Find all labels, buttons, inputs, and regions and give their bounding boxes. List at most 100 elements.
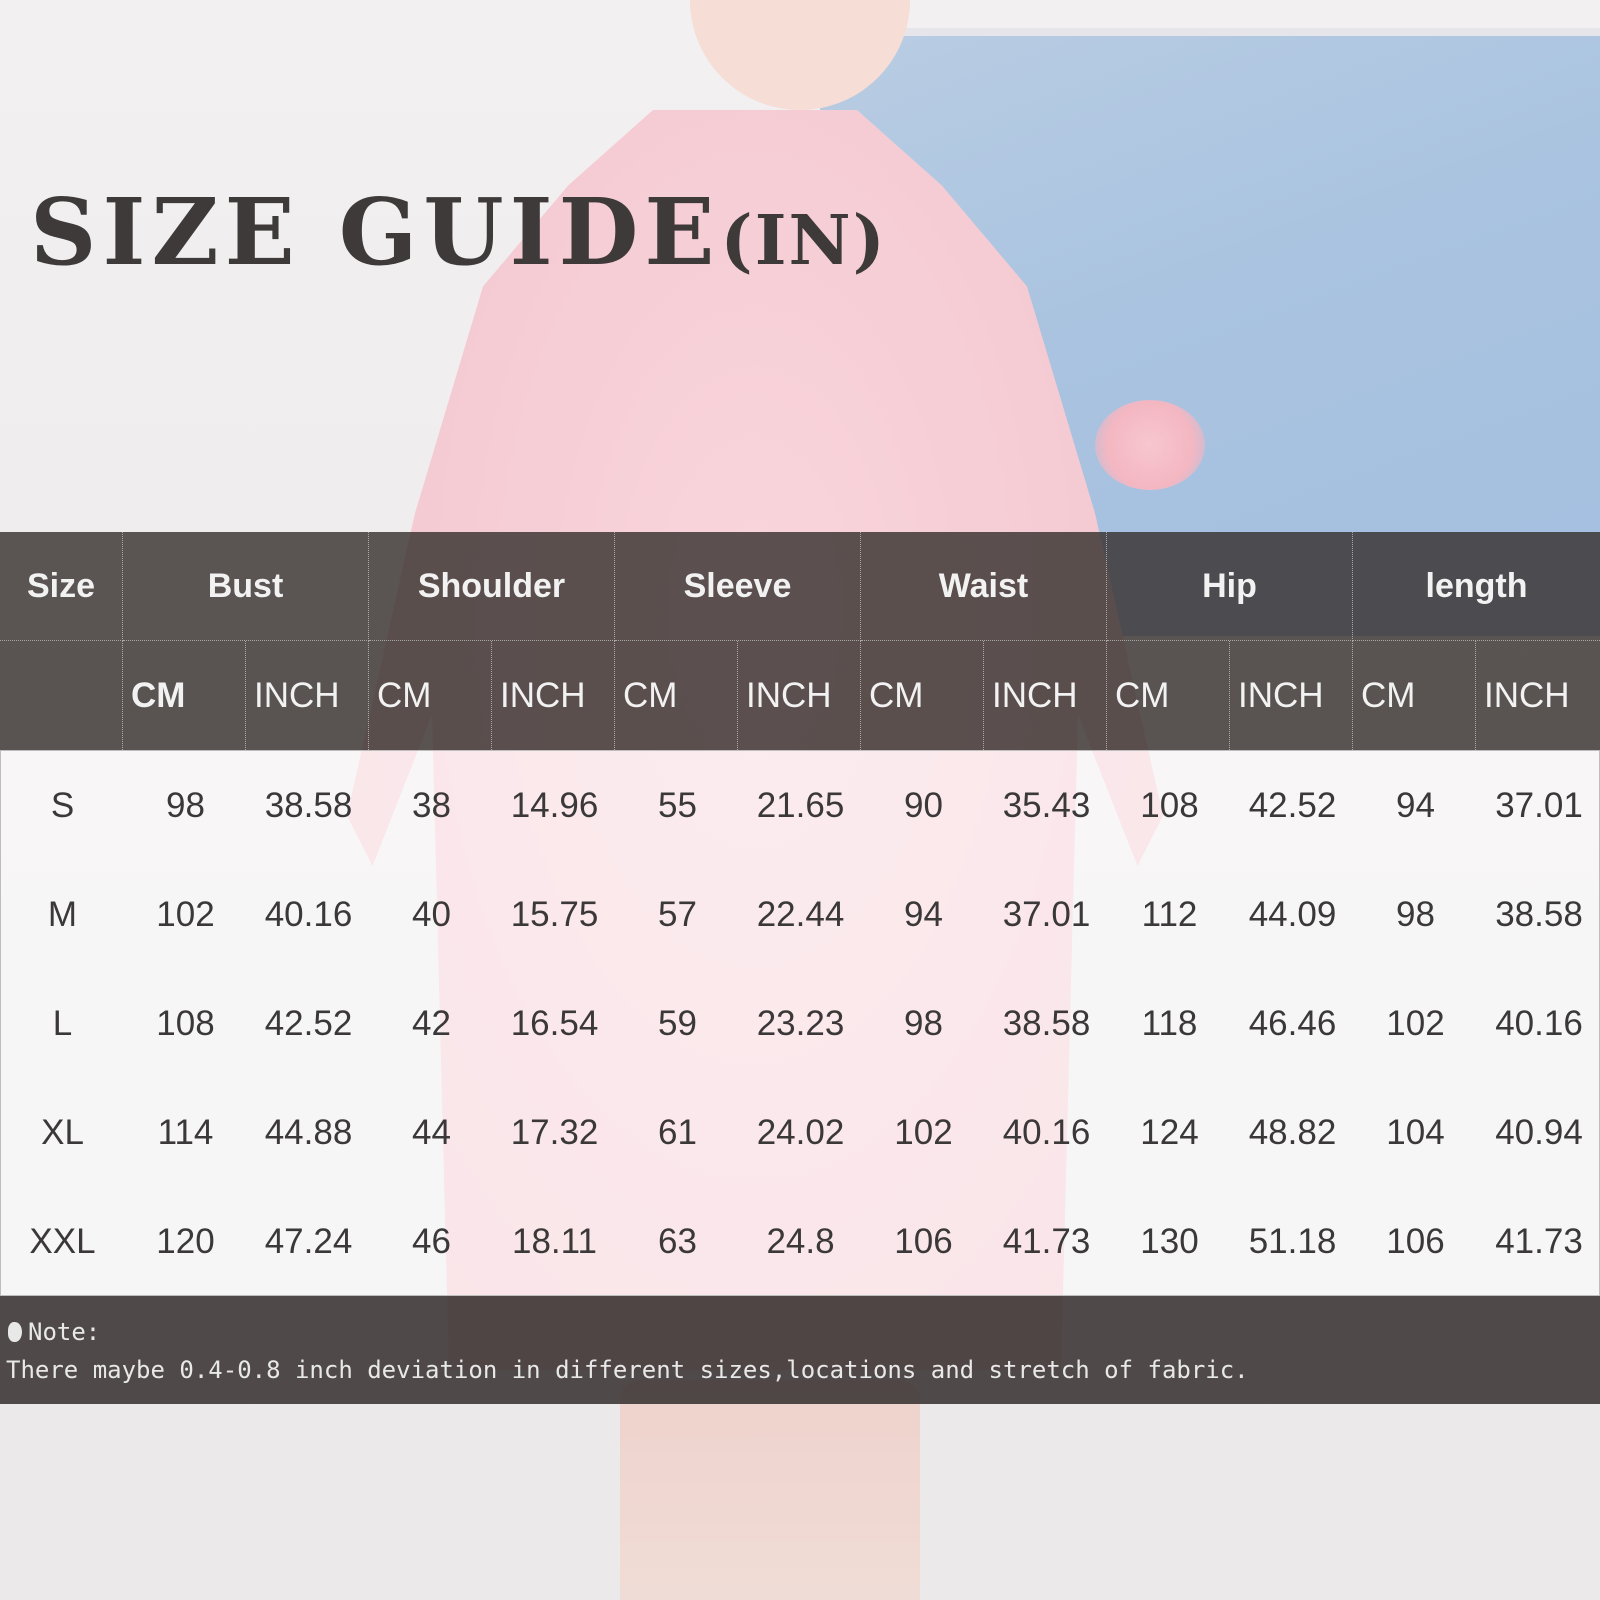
measurement-cell: 59 <box>658 1003 697 1043</box>
measurement-cell: 46.46 <box>1248 1003 1337 1043</box>
unit-header-cm: CM <box>369 641 492 750</box>
group-header-shoulder: Shoulder <box>369 532 615 641</box>
heart-icon <box>8 1322 22 1342</box>
measurement-cell: 55 <box>658 785 697 825</box>
unit-header-inch: INCH <box>492 641 615 750</box>
measurement-cell: 98 <box>904 1003 943 1043</box>
measurement-cell: 44 <box>412 1112 451 1152</box>
note-text: There maybe 0.4-0.8 inch deviation in di… <box>6 1356 1249 1384</box>
table-row: XL 114 44.88 44 17.32 61 24.02 102 40.16 124 48.82… <box>1 1078 1600 1187</box>
size-label-cell: S <box>50 785 75 825</box>
measurement-cell: 94 <box>1396 785 1435 825</box>
measurement-cell: 102 <box>1386 1003 1445 1043</box>
measurement-cell: 16.54 <box>510 1003 599 1043</box>
measurement-cell: 23.23 <box>756 1003 845 1043</box>
table-row: M 102 40.16 40 15.75 57 22.44 94 37.01 112 44.09 98… <box>1 860 1600 969</box>
measurement-cell: 90 <box>904 785 943 825</box>
unit-header-row: CM INCH CM INCH CM INCH CM INCH CM INCH CM INCH <box>0 641 1600 750</box>
note-panel: Note: There maybe 0.4-0.8 inch deviation… <box>0 1296 1600 1404</box>
measurement-cell: 17.32 <box>510 1112 599 1152</box>
measurement-cell: 102 <box>156 894 215 934</box>
measurement-cell: 94 <box>904 894 943 934</box>
measurement-cell: 47.24 <box>264 1221 353 1261</box>
group-header-waist: Waist <box>861 532 1107 641</box>
measurement-cell: 61 <box>658 1112 697 1152</box>
measurement-cell: 106 <box>1386 1221 1445 1261</box>
measurement-cell: 21.65 <box>756 785 845 825</box>
measurement-cell: 37.01 <box>1495 785 1583 825</box>
measurement-cell: 57 <box>658 894 697 934</box>
measurement-cell: 42.52 <box>264 1003 353 1043</box>
measurement-cell: 42 <box>412 1003 451 1043</box>
measurement-cell: 40.16 <box>264 894 353 934</box>
measurement-cell: 37.01 <box>1002 894 1091 934</box>
note-header: Note: <box>8 1318 100 1346</box>
unit-header-cm: CM <box>615 641 738 750</box>
measurement-cell: 108 <box>156 1003 215 1043</box>
measurement-cell: 22.44 <box>756 894 845 934</box>
page-title: SIZE GUIDE(IN) <box>30 178 887 286</box>
table-row: S 98 38.58 38 14.96 55 21.65 90 35.43 108 42.52 94 3… <box>1 751 1600 860</box>
unit-header-inch: INCH <box>984 641 1107 750</box>
measurement-cell: 106 <box>894 1221 953 1261</box>
measurement-cell: 102 <box>894 1112 953 1152</box>
size-header: Size <box>0 532 123 641</box>
size-label-cell: XXL <box>29 1221 96 1261</box>
unit-header-cm: CM <box>861 641 984 750</box>
measurement-cell: 104 <box>1386 1112 1445 1152</box>
measurement-cell: 40.94 <box>1495 1112 1583 1152</box>
unit-header-cm: CM <box>1353 641 1476 750</box>
measurement-cell: 98 <box>166 785 205 825</box>
measurement-cell: 124 <box>1140 1112 1199 1152</box>
measurement-cell: 120 <box>156 1221 215 1261</box>
unit-header-blank <box>0 641 123 750</box>
measurement-cell: 114 <box>157 1112 214 1152</box>
size-label-cell: M <box>47 894 78 934</box>
group-header-length: length <box>1353 532 1600 641</box>
table-row: L 108 42.52 42 16.54 59 23.23 98 38.58 118 46.46 10… <box>1 969 1600 1078</box>
size-label-cell: L <box>52 1003 73 1043</box>
measurement-cell: 38.58 <box>264 785 353 825</box>
measurement-cell: 15.75 <box>510 894 599 934</box>
measurement-cell: 24.8 <box>766 1221 835 1261</box>
group-header-sleeve: Sleeve <box>615 532 861 641</box>
measurement-cell: 14.96 <box>510 785 599 825</box>
unit-header-cm: CM <box>1107 641 1230 750</box>
measurement-cell: 118 <box>1141 1003 1198 1043</box>
measurement-cell: 44.88 <box>264 1112 353 1152</box>
measurement-cell: 44.09 <box>1248 894 1337 934</box>
measurement-cell: 51.18 <box>1248 1221 1337 1261</box>
measurement-cell: 41.73 <box>1002 1221 1091 1261</box>
unit-header-inch: INCH <box>1230 641 1353 750</box>
measurement-cell: 40 <box>412 894 451 934</box>
group-header-row: Size Bust Shoulder Sleeve Waist Hip leng… <box>0 532 1600 641</box>
title-suffix: (IN) <box>720 201 887 281</box>
measurement-cell: 48.82 <box>1248 1112 1337 1152</box>
measurement-cell: 18.11 <box>512 1221 597 1261</box>
flower <box>1095 400 1205 490</box>
measurement-cell: 42.52 <box>1248 785 1337 825</box>
title-main: SIZE GUIDE <box>30 178 721 286</box>
measurement-cell: 130 <box>1140 1221 1199 1261</box>
measurement-cell: 98 <box>1396 894 1435 934</box>
unit-header-cm: CM <box>123 641 246 750</box>
measurement-cell: 41.73 <box>1495 1221 1583 1261</box>
measurement-cell: 46 <box>412 1221 451 1261</box>
table-body: S 98 38.58 38 14.96 55 21.65 90 35.43 108 42.52 94 3… <box>0 750 1600 1296</box>
measurement-cell: 63 <box>658 1221 697 1261</box>
measurement-cell: 108 <box>1140 785 1199 825</box>
unit-header-inch: INCH <box>246 641 369 750</box>
size-label-cell: XL <box>41 1112 84 1152</box>
measurement-cell: 40.16 <box>1495 1003 1583 1043</box>
model-legs <box>620 1380 920 1600</box>
measurement-cell: 38.58 <box>1002 1003 1091 1043</box>
measurement-cell: 112 <box>1141 894 1198 934</box>
unit-header-inch: INCH <box>738 641 861 750</box>
unit-header-inch: INCH <box>1484 675 1570 715</box>
measurement-cell: 38 <box>412 785 451 825</box>
measurement-cell: 24.02 <box>756 1112 845 1152</box>
table-row: XXL 120 47.24 46 18.11 63 24.8 106 41.73 130 51.18… <box>1 1187 1600 1296</box>
note-label: Note: <box>28 1318 101 1346</box>
measurement-cell: 40.16 <box>1002 1112 1091 1152</box>
measurement-cell: 38.58 <box>1495 894 1583 934</box>
